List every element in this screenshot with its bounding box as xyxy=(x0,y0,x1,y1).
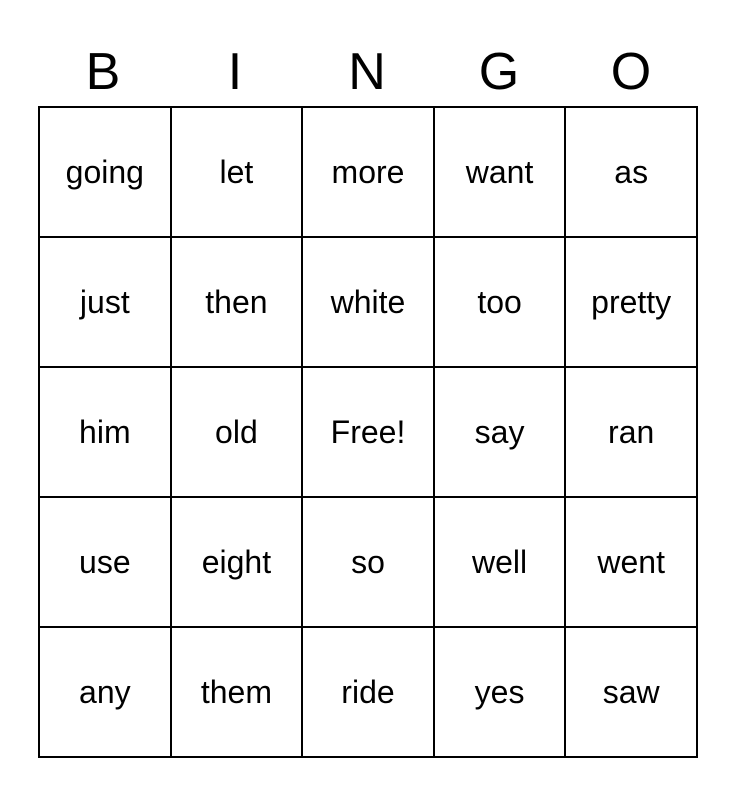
cell-1-0: just xyxy=(39,237,171,367)
cell-2-0: him xyxy=(39,367,171,497)
cell-2-3: say xyxy=(434,367,566,497)
header-g: G xyxy=(434,42,566,102)
header-o: O xyxy=(566,42,698,102)
cell-1-2: white xyxy=(302,237,434,367)
header-i: I xyxy=(170,42,302,102)
cell-3-2: so xyxy=(302,497,434,627)
cell-0-1: let xyxy=(171,107,303,237)
cell-3-1: eight xyxy=(171,497,303,627)
cell-1-3: too xyxy=(434,237,566,367)
cell-4-0: any xyxy=(39,627,171,757)
cell-3-3: well xyxy=(434,497,566,627)
header-b: B xyxy=(38,42,170,102)
header-n: N xyxy=(302,42,434,102)
cell-0-2: more xyxy=(302,107,434,237)
cell-0-0: going xyxy=(39,107,171,237)
cell-4-2: ride xyxy=(302,627,434,757)
cell-3-4: went xyxy=(565,497,697,627)
cell-4-1: them xyxy=(171,627,303,757)
cell-0-4: as xyxy=(565,107,697,237)
cell-1-4: pretty xyxy=(565,237,697,367)
table-row: him old Free! say ran xyxy=(39,367,697,497)
cell-4-3: yes xyxy=(434,627,566,757)
bingo-grid: going let more want as just then white t… xyxy=(38,106,698,758)
table-row: just then white too pretty xyxy=(39,237,697,367)
cell-1-1: then xyxy=(171,237,303,367)
table-row: any them ride yes saw xyxy=(39,627,697,757)
bingo-card: B I N G O going let more want as just th… xyxy=(18,22,718,778)
bingo-header: B I N G O xyxy=(38,42,698,102)
cell-4-4: saw xyxy=(565,627,697,757)
cell-2-1: old xyxy=(171,367,303,497)
table-row: going let more want as xyxy=(39,107,697,237)
cell-3-0: use xyxy=(39,497,171,627)
table-row: use eight so well went xyxy=(39,497,697,627)
cell-2-2-free: Free! xyxy=(302,367,434,497)
cell-2-4: ran xyxy=(565,367,697,497)
cell-0-3: want xyxy=(434,107,566,237)
